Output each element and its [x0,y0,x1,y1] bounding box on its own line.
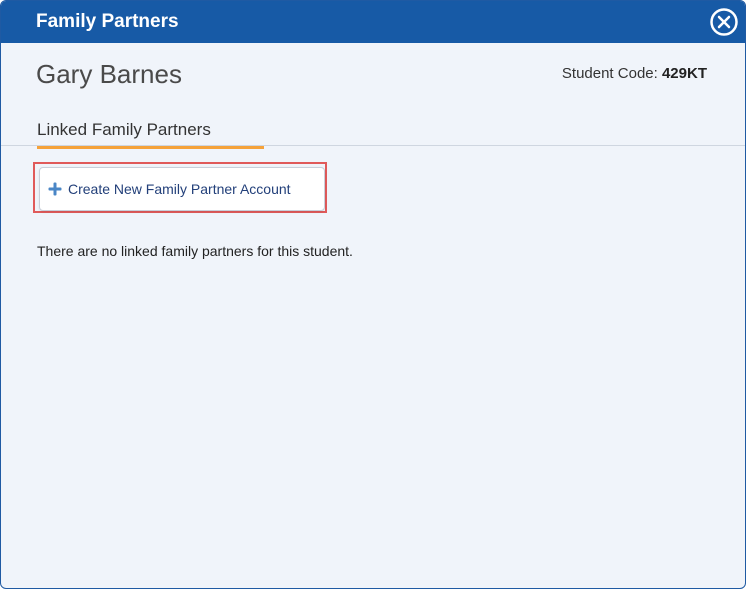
family-partners-dialog: Family Partners Gary Barnes Student Code… [0,0,746,589]
close-button[interactable] [709,7,739,37]
empty-state-message: There are no linked family partners for … [37,243,353,259]
tab-divider [1,145,745,146]
student-code: Student Code: 429KT [562,65,707,83]
dialog-titlebar: Family Partners [1,1,745,43]
close-circle-icon [710,8,738,36]
student-code-value: 429KT [661,65,707,82]
tab-label: Linked Family Partners [37,120,211,139]
create-button-label: Create New Family Partner Account [68,181,291,197]
plus-icon [48,182,62,196]
dialog-title: Family Partners [36,11,179,32]
student-code-label: Student Code: [561,65,658,82]
create-family-partner-button[interactable]: Create New Family Partner Account [39,167,325,211]
student-name: Gary Barnes [36,59,182,89]
active-tab-indicator [37,146,264,149]
